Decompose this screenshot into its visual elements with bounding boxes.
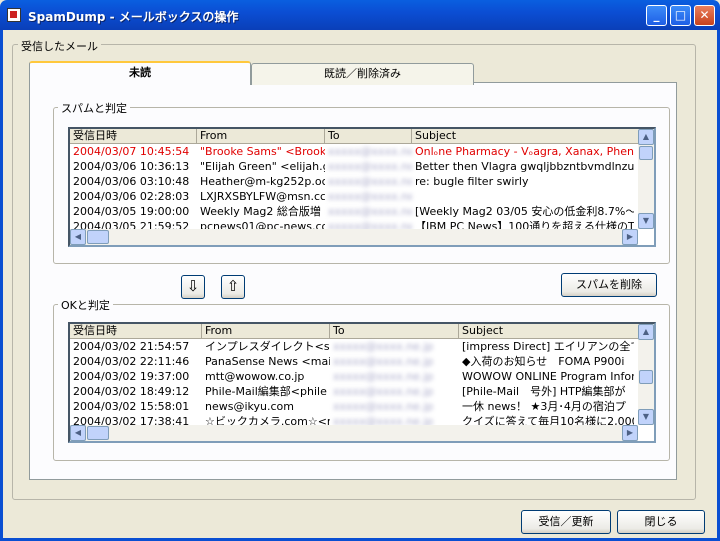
app-icon [7,8,21,22]
cell-subject [412,189,634,204]
cell-date: 2004/03/05 19:00:00 [73,205,190,218]
table-row[interactable]: 2004/03/06 02:28:03 LXJRXSBYLFW@msn.cc xxx… [70,189,654,204]
cell-date: 2004/03/02 18:49:12 [73,385,190,398]
cell-subject: 一休 news！ ★3月･4月の宿泊プ [462,400,626,413]
col-subject[interactable]: Subject [412,129,652,143]
scroll-up-icon[interactable]: ▲ [638,129,654,145]
scroll-left-icon[interactable]: ◀ [70,229,86,245]
table-row[interactable]: 2004/03/02 19:37:00 mtt@wowow.co.jp xxxxx@… [70,369,654,384]
ok-group-label: OKと判定 [58,297,113,313]
cell-to: xxxxx@xxxx.ne.jp [328,190,412,203]
move-down-button[interactable]: ⇩ [181,275,205,299]
cell-from: Phile-Mail編集部<phile [205,385,327,398]
table-row[interactable]: 2004/03/02 21:54:57 インプレスダイレクト<sa xxxxx@xx… [70,339,654,354]
cell-to: xxxxx@xxxx.ne.jp [333,400,434,413]
cell-from: "Elijah Green" <elijah.g [200,160,325,173]
scroll-thumb[interactable] [87,426,109,440]
scroll-thumb[interactable] [639,146,653,160]
spam-list-body: 2004/03/07 10:45:54 "Brooke Sams" <Brook x… [70,144,654,234]
cell-date: 2004/03/06 03:10:48 [73,175,190,188]
table-row[interactable]: 2004/03/06 03:10:48 Heather@m-kg252p.ocn x… [70,174,654,189]
cell-to: xxxxx@xxxx.ne.jp [328,145,412,158]
cell-subject: [Weekly Mag2 03/05 安心の低金利8.7%～ [415,205,634,218]
close-button[interactable]: 閉じる [617,510,705,534]
delete-spam-button[interactable]: スパムを削除 [561,273,657,297]
tab-read-deleted[interactable]: 既読／削除済み [251,63,474,85]
col-subject[interactable]: Subject [459,324,652,338]
cell-to: xxxxx@xxxx.ne.jp [333,370,434,383]
cell-to: xxxxx@xxxx.ne.jp [328,205,412,218]
scroll-down-icon[interactable]: ▼ [638,213,654,229]
spam-list[interactable]: 受信日時 From To Subject 2004/03/07 10:45:54… [68,127,656,247]
cell-date: 2004/03/07 10:45:54 [73,145,190,158]
close-window-button[interactable]: ✕ [694,5,715,26]
received-mail-label: 受信したメール [18,38,101,54]
spam-group-label: スパムと判定 [58,100,130,116]
table-row[interactable]: 2004/03/02 15:58:01 news@ikyu.com xxxxx@xx… [70,399,654,414]
cell-from: PanaSense News <mail [205,355,330,368]
table-row[interactable]: 2004/03/07 10:45:54 "Brooke Sams" <Brook x… [70,144,654,159]
cell-subject: Better then Vlagra gwqljbbzntbvmdlnzuz [415,160,634,173]
cell-date: 2004/03/06 02:28:03 [73,190,190,203]
cell-to: xxxxx@xxxx.ne.jp [333,355,434,368]
scroll-up-icon[interactable]: ▲ [638,324,654,340]
col-to[interactable]: To [330,324,459,338]
cell-subject: [Phile-Mail 号外] HTP編集部が [462,385,626,398]
cell-to: xxxxx@xxxx.ne.jp [328,160,412,173]
title-bar[interactable]: SpamDump - メールボックスの操作 _ □ ✕ [0,0,720,30]
spam-hscroll[interactable]: ◀ ▶ [70,229,638,245]
cell-subject: [impress Direct] エイリアンの全て [462,340,634,353]
cell-subject: re: bugle filter swirly [415,175,529,188]
cell-subject: WOWOW ONLINE Program Informa [462,370,634,383]
move-up-button[interactable]: ⇧ [221,275,245,299]
col-date[interactable]: 受信日時 [70,129,197,143]
cell-to: xxxxx@xxxx.ne.jp [333,385,434,398]
scroll-down-icon[interactable]: ▼ [638,409,654,425]
col-from[interactable]: From [197,129,325,143]
ok-list-body: 2004/03/02 21:54:57 インプレスダイレクト<sa xxxxx@xx… [70,339,654,429]
col-from[interactable]: From [202,324,330,338]
cell-subject: Onlₒne Pharmacy - Vₒagra, Xanax, Phenter [415,145,634,158]
cell-date: 2004/03/02 21:54:57 [73,340,190,353]
cell-date: 2004/03/06 10:36:13 [73,160,190,173]
col-to[interactable]: To [325,129,412,143]
cell-from: "Brooke Sams" <Brook [200,145,325,158]
scroll-thumb[interactable] [639,370,653,384]
scroll-thumb[interactable] [87,230,109,244]
table-row[interactable]: 2004/03/06 10:36:13 "Elijah Green" <elija… [70,159,654,174]
scroll-left-icon[interactable]: ◀ [70,425,86,441]
ok-vscroll[interactable]: ▲ ▼ [638,324,654,425]
scroll-right-icon[interactable]: ▶ [622,425,638,441]
window-title: SpamDump - メールボックスの操作 [28,10,239,24]
ok-list-header: 受信日時 From To Subject [70,324,654,339]
cell-from: インプレスダイレクト<sa [205,340,330,353]
cell-date: 2004/03/02 19:37:00 [73,370,190,383]
table-row[interactable]: 2004/03/05 19:00:00 Weekly Mag2 総合版増 xxxxx… [70,204,654,219]
cell-date: 2004/03/02 15:58:01 [73,400,190,413]
cell-from: news@ikyu.com [205,400,294,413]
cell-to: xxxxx@xxxx.ne.jp [328,175,412,188]
maximize-button[interactable]: □ [670,5,691,26]
cell-from: mtt@wowow.co.jp [205,370,305,383]
table-row[interactable]: 2004/03/02 18:49:12 Phile-Mail編集部<phile xx… [70,384,654,399]
cell-date: 2004/03/02 22:11:46 [73,355,190,368]
cell-from: Weekly Mag2 総合版増 [200,205,321,218]
table-row[interactable]: 2004/03/02 22:11:46 PanaSense News <mail x… [70,354,654,369]
spam-list-header: 受信日時 From To Subject [70,129,654,144]
tab-unread[interactable]: 未読 [29,61,251,85]
cell-to: xxxxx@xxxx.ne.jp [333,340,434,353]
minimize-button[interactable]: _ [646,5,667,26]
spam-vscroll[interactable]: ▲ ▼ [638,129,654,229]
cell-subject: ◆入荷のお知らせ FOMA P900i [462,355,625,368]
cell-from: Heather@m-kg252p.ocn [200,175,325,188]
cell-from: LXJRXSBYLFW@msn.cc [200,190,325,203]
receive-refresh-button[interactable]: 受信／更新 [521,510,611,534]
ok-list[interactable]: 受信日時 From To Subject 2004/03/02 21:54:57… [68,322,656,443]
ok-hscroll[interactable]: ◀ ▶ [70,425,638,441]
scroll-right-icon[interactable]: ▶ [622,229,638,245]
col-date[interactable]: 受信日時 [70,324,202,338]
